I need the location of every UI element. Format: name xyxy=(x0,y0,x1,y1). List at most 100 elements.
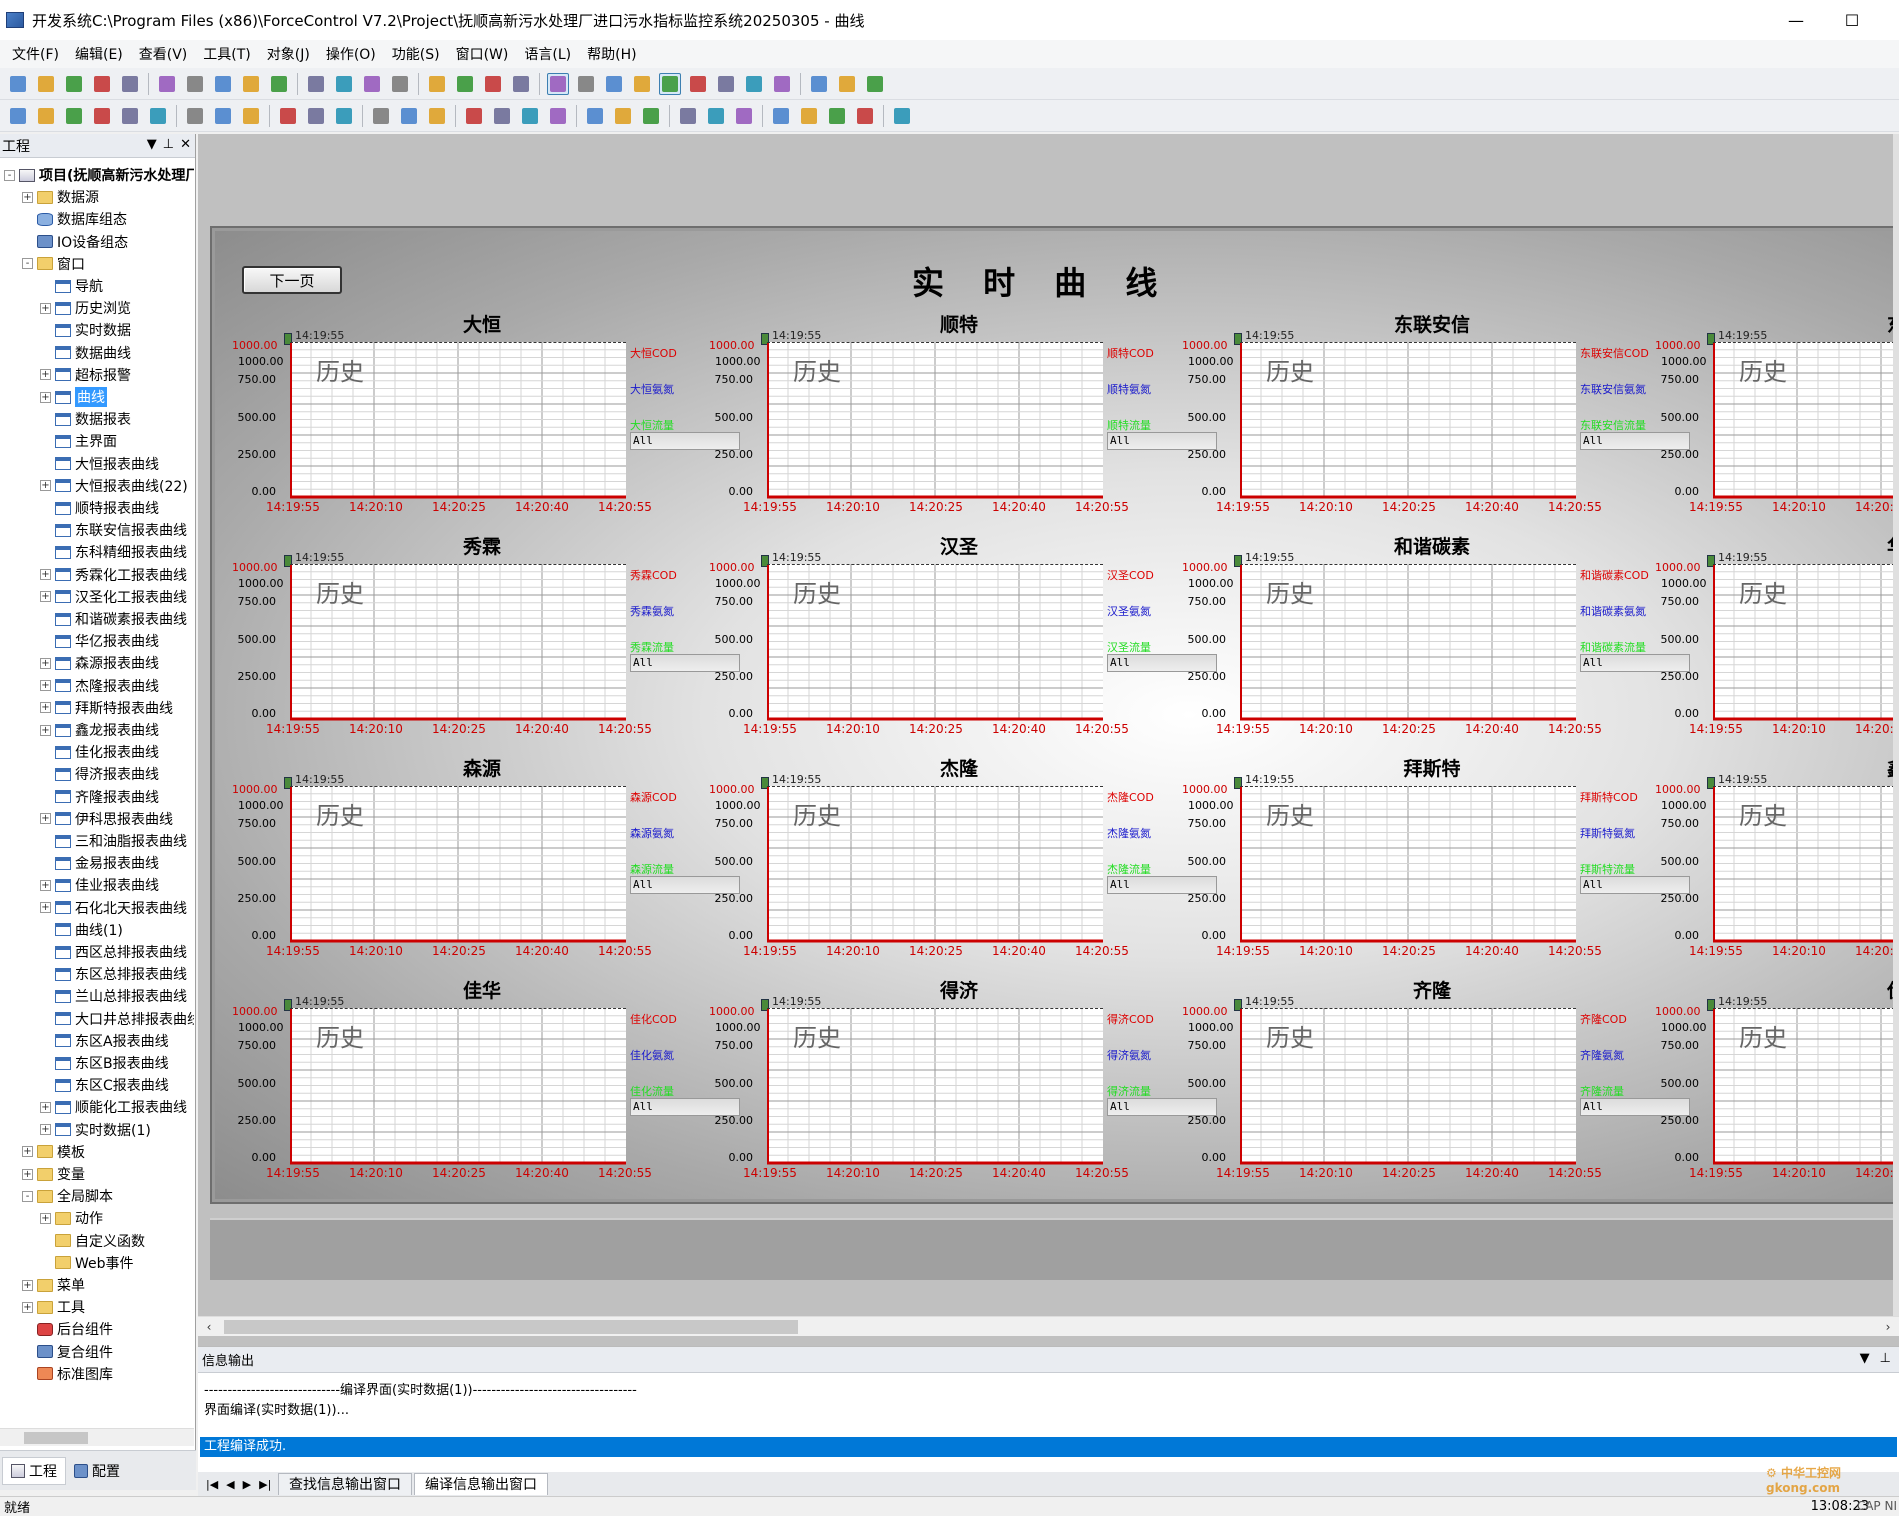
next-page-button[interactable]: 下一页 xyxy=(242,266,342,294)
info-line-selected[interactable]: 工程编译成功. xyxy=(200,1437,1897,1457)
tree-item[interactable]: 华亿报表曲线 xyxy=(40,630,159,652)
curve-panel[interactable]: 大恒 14:19:55 历史 1000.00 1000.00 750.00 500.00 25… xyxy=(232,310,740,515)
tree-item[interactable]: + 大恒报表曲线(22) xyxy=(40,475,188,497)
tree-item[interactable]: - 全局脚本 xyxy=(22,1185,113,1207)
tree-item[interactable]: 大口井总排报表曲线 xyxy=(40,1008,194,1030)
curve-panel[interactable]: 东联安信 14:19:55 历史 1000.00 1000.00 750.00 500.00… xyxy=(1182,310,1690,515)
chart-a-button[interactable] xyxy=(808,73,830,95)
legend-entry[interactable]: 森源COD xyxy=(630,789,677,805)
expand-toggle-icon[interactable]: + xyxy=(40,657,51,669)
pin-icon[interactable]: ⊥ xyxy=(163,137,174,152)
expand-toggle-icon[interactable]: + xyxy=(40,879,51,891)
menu-item[interactable]: 语言(L) xyxy=(516,44,579,64)
history-label[interactable]: 历史 xyxy=(1739,352,1787,387)
import2-button[interactable] xyxy=(677,105,699,127)
legend-entry[interactable]: 顺特COD xyxy=(1107,345,1154,361)
curve-panel[interactable]: 华亿 14:19:55 历史 1000.00 1000.00 750.00 500.00 25… xyxy=(1655,532,1897,737)
legend-entry[interactable]: 和谐碳素流量 xyxy=(1580,639,1646,655)
globe-active-button[interactable] xyxy=(659,72,681,95)
legend-entry[interactable]: 汉圣氨氮 xyxy=(1107,603,1151,619)
tree-item[interactable]: 金易报表曲线 xyxy=(40,852,159,874)
expand-toggle-icon[interactable]: - xyxy=(22,258,33,270)
same-h-button[interactable] xyxy=(305,105,327,127)
tree-item[interactable]: 东区B报表曲线 xyxy=(40,1052,169,1074)
legend-entry[interactable]: 拜斯特氨氮 xyxy=(1580,825,1635,841)
new-button[interactable] xyxy=(7,73,29,95)
tree-item[interactable]: 数据报表 xyxy=(40,408,131,430)
flip-v-button[interactable] xyxy=(398,105,420,127)
add-button[interactable] xyxy=(705,105,727,127)
pin-icon[interactable]: ⊥ xyxy=(1880,1351,1891,1366)
expand-toggle-icon[interactable]: + xyxy=(40,724,51,736)
ungroup-button[interactable] xyxy=(491,105,513,127)
legend-entry[interactable]: 森源氨氮 xyxy=(630,825,674,841)
db-button[interactable] xyxy=(426,73,448,95)
tree-item[interactable]: + 历史浏览 xyxy=(40,297,131,319)
tree-item[interactable]: 西区总排报表曲线 xyxy=(40,941,187,963)
tree-item[interactable]: + 动作 xyxy=(40,1207,103,1229)
history-label[interactable]: 历史 xyxy=(316,352,364,387)
tree-item[interactable]: + 秀霖化工报表曲线 xyxy=(40,564,187,586)
tree-item[interactable]: 复合组件 xyxy=(22,1341,113,1363)
curve-panel[interactable]: 和谐碳素 14:19:55 历史 1000.00 1000.00 750.00 500.00… xyxy=(1182,532,1690,737)
curve-panel[interactable]: 拜斯特 14:19:55 历史 1000.00 1000.00 750.00 500.00 2… xyxy=(1182,754,1690,959)
minimize-button[interactable]: — xyxy=(1768,0,1824,40)
tree-item[interactable]: 顺特报表曲线 xyxy=(40,497,159,519)
tree-item[interactable]: + 鑫龙报表曲线 xyxy=(40,719,159,741)
save-button[interactable] xyxy=(91,73,113,95)
tree-item[interactable]: + 数据源 xyxy=(22,186,99,208)
unlock-button[interactable] xyxy=(640,105,662,127)
curve-panel[interactable]: 鑫龙 14:19:55 历史 1000.00 1000.00 750.00 500.00 25… xyxy=(1655,754,1897,959)
open-button[interactable] xyxy=(35,73,57,95)
expand-toggle-icon[interactable]: + xyxy=(40,1101,51,1113)
tab-project[interactable]: 工程 xyxy=(2,1456,66,1485)
tree-item[interactable]: + 菜单 xyxy=(22,1274,85,1296)
expand-toggle-icon[interactable]: + xyxy=(22,1146,33,1158)
legend-entry[interactable]: 杰隆流量 xyxy=(1107,861,1151,877)
space-v-button[interactable] xyxy=(212,105,234,127)
align-bottom-button[interactable] xyxy=(147,105,169,127)
legend-entry[interactable]: 佳化流量 xyxy=(630,1083,674,1099)
history-label[interactable]: 历史 xyxy=(1739,574,1787,609)
canvas-vertical-scrollbar[interactable] xyxy=(1893,134,1899,1316)
curve-panel[interactable]: 齐隆 14:19:55 历史 1000.00 1000.00 750.00 500.00 25… xyxy=(1182,976,1690,1181)
next-tab-icon[interactable]: ▶ xyxy=(243,1478,251,1491)
legend-entry[interactable]: 大恒COD xyxy=(630,345,677,361)
history-label[interactable]: 历史 xyxy=(793,796,841,831)
cut-button[interactable] xyxy=(156,73,178,95)
legend-entry[interactable]: 汉圣流量 xyxy=(1107,639,1151,655)
tree-item[interactable]: + 变量 xyxy=(22,1163,85,1185)
menu-item[interactable]: 操作(O) xyxy=(318,44,384,64)
legend-entry[interactable]: 得济COD xyxy=(1107,1011,1154,1027)
curve-panel[interactable]: 伊科 14:19:55 历史 1000.00 1000.00 750.00 500.00 25… xyxy=(1655,976,1897,1181)
canvas-horizontal-scrollbar[interactable]: ‹ › xyxy=(198,1316,1899,1336)
tree-item[interactable]: + 石化北天报表曲线 xyxy=(40,897,187,919)
lock-button[interactable] xyxy=(584,105,606,127)
curve-panel[interactable]: 东科 14:19:55 历史 1000.00 1000.00 750.00 500.00 25… xyxy=(1655,310,1897,515)
menu-item[interactable]: 查看(V) xyxy=(131,44,196,64)
curve-panel[interactable]: 顺特 14:19:55 历史 1000.00 1000.00 750.00 500.00 25… xyxy=(709,310,1217,515)
expand-toggle-icon[interactable]: + xyxy=(40,569,51,581)
tools-button[interactable] xyxy=(631,73,653,95)
history-label[interactable]: 历史 xyxy=(1266,1018,1314,1053)
history-label[interactable]: 历史 xyxy=(1266,574,1314,609)
save-all-button[interactable] xyxy=(119,73,141,95)
paste-fmt-button[interactable] xyxy=(798,105,820,127)
legend-entry[interactable]: 东联安信COD xyxy=(1580,345,1649,361)
expand-toggle-icon[interactable]: + xyxy=(22,1301,33,1313)
legend-entry[interactable]: 和谐碳素COD xyxy=(1580,567,1649,583)
tree-item[interactable]: + 森源报表曲线 xyxy=(40,652,159,674)
expand-toggle-icon[interactable]: + xyxy=(22,1168,33,1180)
screen-button[interactable] xyxy=(612,105,634,127)
tree-item[interactable]: + 工具 xyxy=(22,1296,85,1318)
expand-toggle-icon[interactable]: + xyxy=(40,480,51,492)
first-tab-icon[interactable]: |◀ xyxy=(206,1478,218,1491)
tree-item[interactable]: Web事件 xyxy=(40,1252,134,1274)
copy-button[interactable] xyxy=(184,73,206,95)
tree-item[interactable]: 东区总排报表曲线 xyxy=(40,963,187,985)
prev-tab-icon[interactable]: ◀ xyxy=(226,1478,234,1491)
legend-entry[interactable]: 齐隆COD xyxy=(1580,1011,1627,1027)
tree-item[interactable]: 兰山总排报表曲线 xyxy=(40,985,187,1007)
history-label[interactable]: 历史 xyxy=(316,796,364,831)
tree-item[interactable]: 齐隆报表曲线 xyxy=(40,786,159,808)
